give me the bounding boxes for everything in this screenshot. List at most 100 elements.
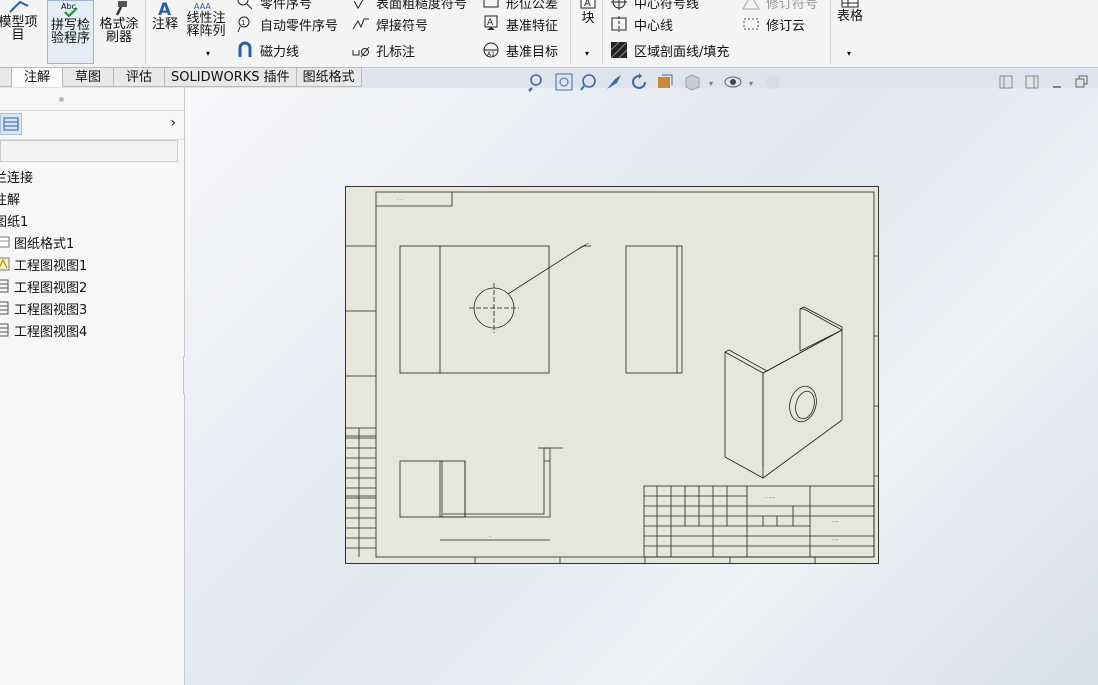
- datum-feature-button[interactable]: A 基准特征: [482, 14, 558, 34]
- svg-text:AAA: AAA: [194, 2, 211, 10]
- geometric-tolerance-icon: [483, 0, 499, 8]
- magnet-icon: [238, 41, 252, 57]
- svg-text:A: A: [487, 18, 494, 28]
- auto-balloon-button[interactable]: 1 自动零件序号: [236, 14, 338, 34]
- note-button[interactable]: A 注释: [149, 0, 181, 31]
- svg-text:Abc: Abc: [61, 2, 76, 11]
- tile-left-icon[interactable]: [999, 75, 1013, 89]
- hide-show-items-icon[interactable]: [724, 76, 742, 88]
- tree-filter-input[interactable]: [0, 140, 178, 162]
- tree-item-sheet1[interactable]: 图纸1: [0, 210, 28, 230]
- restore-icon[interactable]: [1075, 75, 1088, 88]
- magnetic-line-button[interactable]: 磁力线: [236, 40, 299, 60]
- svg-text:·····: ·····: [832, 519, 838, 524]
- datum-target-button[interactable]: A1 基准目标: [482, 40, 558, 60]
- surface-finish-icon: [353, 0, 364, 9]
- centerline-button[interactable]: 中心线: [610, 14, 673, 34]
- linear-note-pattern-label: 线性注释阵列: [186, 11, 226, 39]
- spell-check-icon: Abc: [61, 2, 78, 17]
- tab-previous[interactable]: [0, 67, 12, 87]
- svg-text:·····: ·····: [832, 537, 838, 542]
- svg-text:1: 1: [241, 19, 245, 27]
- auto-balloon-icon: 1: [237, 16, 250, 33]
- svg-text:·· ·····: ·· ·····: [765, 495, 775, 500]
- center-mark-icon: [611, 0, 627, 10]
- balloon-button[interactable]: 零件序号: [236, 0, 312, 12]
- ribbon: 模型项目 Abc 拼写检验程序 格式涂刷器 A 注释 AAA 线性注释阵列 ▾ …: [0, 0, 1098, 68]
- format-painter-button[interactable]: 格式涂刷器: [98, 0, 142, 44]
- section-view-icon[interactable]: [658, 74, 673, 88]
- model-items-button[interactable]: 模型项目: [0, 0, 40, 42]
- drawing-sheet[interactable]: · · · ·· ····· ····· ····· ··: [345, 186, 879, 564]
- tab-evaluate[interactable]: 评估: [114, 67, 166, 87]
- drawing-view-icon: [0, 301, 9, 315]
- model-items-label: 模型项目: [0, 15, 38, 43]
- rotate-view-icon[interactable]: [632, 73, 646, 89]
- sheet-format-icon: [0, 236, 10, 248]
- block-icon: A: [580, 0, 596, 9]
- revision-symbol-icon: [742, 0, 760, 10]
- drawing-view-icon: [0, 257, 10, 271]
- tab-solidworks-addins[interactable]: SOLIDWORKS 插件: [165, 67, 297, 87]
- area-hatch-button[interactable]: 区域剖面线/填充: [610, 40, 729, 60]
- hole-callout-icon: [352, 46, 370, 58]
- hole-callout-button[interactable]: 孔标注: [352, 40, 415, 60]
- spell-check-button[interactable]: Abc 拼写检验程序: [47, 0, 94, 64]
- feature-tree-icon: [3, 117, 19, 131]
- datum-target-icon: A1: [483, 42, 499, 58]
- tree-item-drawing-view2[interactable]: 工程图视图2: [0, 276, 87, 296]
- tree-item-drawing-view4[interactable]: 工程图视图4: [0, 320, 87, 340]
- area-hatch-icon: [610, 41, 628, 59]
- geometric-tolerance-button[interactable]: 形位公差: [482, 0, 558, 12]
- view-orientation-dropdown[interactable]: ▾: [709, 79, 713, 88]
- svg-text:··: ··: [489, 534, 492, 539]
- block-button[interactable]: A 块: [576, 0, 600, 25]
- tab-sheet-format[interactable]: 图纸格式: [296, 67, 362, 87]
- command-manager-tabs: 注解 草图 评估 SOLIDWORKS 插件 图纸格式: [0, 67, 362, 87]
- spell-check-label: 拼写检验程序: [50, 18, 90, 46]
- linear-note-pattern-button[interactable]: AAA 线性注释阵列: [186, 0, 228, 38]
- panel-splitter-handle[interactable]: [59, 97, 64, 102]
- appearance-icon[interactable]: [766, 75, 780, 89]
- annotation-view-icon[interactable]: [607, 75, 621, 89]
- revision-symbol-button[interactable]: 修订符号: [742, 0, 818, 12]
- tree-item-annotations[interactable]: 注解: [0, 188, 20, 208]
- block-dropdown[interactable]: ▾: [582, 47, 592, 60]
- revision-cloud-button[interactable]: 修订云: [742, 14, 805, 34]
- svg-text:A: A: [158, 0, 172, 16]
- tree-item-drawing-view3[interactable]: 工程图视图3: [0, 298, 87, 318]
- svg-text:· · ·: · · ·: [397, 197, 403, 202]
- panel-tabs-bar: ›: [0, 110, 184, 140]
- drawing-sheet-graphics: · · · ·· ····· ····· ····· ··: [345, 191, 879, 564]
- tables-button[interactable]: 表格: [834, 0, 866, 23]
- drawing-view-icon: [0, 279, 9, 293]
- tables-dropdown[interactable]: ▾: [844, 47, 854, 60]
- feature-manager-panel: › 兰连接 注解 图纸1 图纸格式1 工程图视图1 工程图视图2 工程图视图3 …: [0, 88, 185, 685]
- tree-item-drawing-view1[interactable]: 工程图视图1: [0, 254, 87, 274]
- surface-finish-button[interactable]: 表面粗糙度符号: [352, 0, 467, 12]
- tab-sketch[interactable]: 草图: [63, 67, 115, 87]
- hide-show-dropdown[interactable]: ▾: [749, 79, 753, 88]
- tile-right-icon[interactable]: [1025, 75, 1039, 89]
- feature-tree-tab[interactable]: [0, 113, 22, 135]
- revision-cloud-icon: [743, 18, 759, 30]
- note-icon: A: [158, 0, 172, 16]
- tree-item-sheet-format1[interactable]: 图纸格式1: [0, 232, 74, 252]
- chevron-right-icon[interactable]: ›: [170, 115, 176, 131]
- table-icon: [841, 0, 859, 8]
- linear-pattern-dropdown[interactable]: ▾: [203, 47, 213, 60]
- svg-text:A: A: [584, 0, 591, 9]
- linear-pattern-icon: AAA: [194, 2, 211, 10]
- balloon-icon: [237, 0, 253, 10]
- format-painter-label: 格式涂刷器: [99, 17, 139, 45]
- centerline-icon: [611, 16, 627, 32]
- svg-text:A1: A1: [487, 51, 495, 58]
- format-painter-icon: [115, 1, 127, 16]
- center-mark-button[interactable]: 中心符号线: [610, 0, 699, 12]
- drawing-view-icon: [0, 323, 9, 337]
- tree-item-part[interactable]: 兰连接: [0, 166, 33, 186]
- tab-annotation[interactable]: 注解: [12, 67, 64, 87]
- weld-symbol-button[interactable]: 焊接符号: [352, 14, 428, 34]
- model-items-icon: [9, 0, 29, 13]
- datum-feature-icon: A: [484, 15, 498, 30]
